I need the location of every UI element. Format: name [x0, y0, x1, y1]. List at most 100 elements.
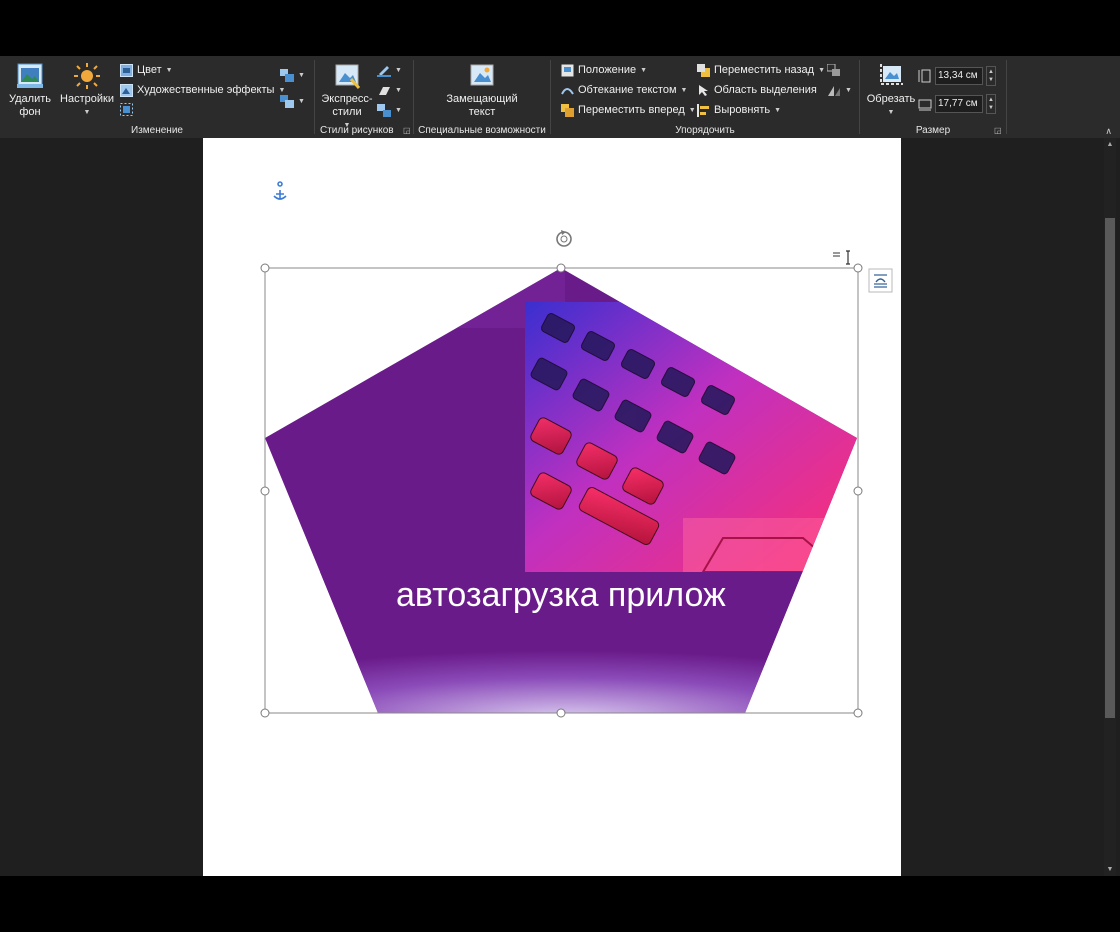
layout-icon: [377, 103, 391, 117]
color-button[interactable]: Цвет ▼: [120, 61, 173, 79]
position-label: Положение: [578, 64, 637, 76]
document-workspace: автозагрузка прилож ▲ ▼: [0, 138, 1120, 876]
chevron-down-icon: ▼: [680, 86, 688, 94]
picture-image[interactable]: автозагрузка прилож: [265, 268, 865, 718]
corrections-button[interactable]: Настройки ▼: [58, 62, 116, 119]
corrections-label: Настройки: [60, 93, 114, 105]
resize-handle-bottom-right[interactable]: [853, 708, 863, 718]
effects-icon: [379, 86, 390, 95]
text-cursor-icon: [846, 250, 850, 265]
compress-icon: [280, 68, 294, 82]
group-size-title: Размер: [915, 125, 951, 136]
alt-text-label: Замещающий текст: [446, 93, 518, 118]
chevron-down-icon: ▼: [395, 66, 402, 74]
align-button[interactable]: Выровнять ▼: [697, 101, 781, 119]
vertical-scrollbar[interactable]: ▲ ▼: [1104, 138, 1116, 876]
scrollbar-thumb[interactable]: [1105, 218, 1115, 718]
chevron-down-icon: ▼: [298, 71, 305, 79]
collapse-ribbon-icon[interactable]: ∧: [1105, 126, 1112, 137]
remove-background-button[interactable]: Удалить фон: [8, 62, 52, 119]
align-icon: [697, 103, 709, 117]
crop-button[interactable]: Обрезать ▼: [866, 62, 916, 119]
selection-pane-button[interactable]: Область выделения: [697, 81, 817, 99]
top-bar: [0, 0, 1120, 56]
dialog-launcher-icon[interactable]: ◲: [994, 126, 1002, 135]
layout-options-button[interactable]: [868, 268, 893, 293]
resize-handle-top-left[interactable]: [260, 263, 270, 273]
document-page[interactable]: автозагрузка прилож: [203, 138, 901, 876]
rotate-icon: [828, 85, 840, 96]
sun-icon: [74, 63, 100, 89]
width-spin-arrows[interactable]: ▲ ▼: [986, 94, 996, 114]
artistic-effects-button[interactable]: Художественные эффекты ▼: [120, 81, 285, 99]
group-adjust: Удалить фон Настройки ▼ Цвет ▼ Художеств…: [0, 56, 314, 138]
send-backward-button[interactable]: Переместить назад ▼: [697, 61, 825, 79]
remove-background-label: Удалить фон: [9, 93, 51, 118]
color-label: Цвет: [137, 64, 162, 76]
group-size: Обрезать ▼ 13,34 см ▲ ▼ 17,77 см ▲ ▼ Разме…: [860, 56, 1006, 138]
height-icon: [918, 69, 931, 83]
remove-background-icon: [17, 63, 43, 88]
resize-handle-left[interactable]: [260, 486, 270, 496]
rotate-handle-icon[interactable]: [556, 230, 572, 247]
quick-styles-label: Экспресс-стили: [321, 93, 373, 118]
page-canvas: автозагрузка прилож: [260, 181, 893, 718]
picture-layout-button[interactable]: ▼: [377, 101, 402, 119]
group-accessibility-title: Специальные возможности: [418, 125, 546, 136]
dialog-launcher-icon[interactable]: ◲: [403, 126, 411, 135]
alt-text-button[interactable]: Замещающий текст: [442, 62, 522, 119]
bring-forward-icon: [561, 103, 574, 117]
chevron-down-icon: ▼: [845, 86, 852, 94]
rotate-button[interactable]: ▼: [827, 81, 852, 99]
width-spinner: 17,77 см ▲ ▼: [918, 94, 996, 114]
position-button[interactable]: Положение ▼: [561, 61, 647, 79]
resize-handle-bottom[interactable]: [556, 708, 566, 718]
alt-text-icon: [470, 64, 494, 86]
picture-border-button[interactable]: ▼: [377, 61, 402, 79]
resize-handle-top[interactable]: [556, 263, 566, 273]
picture-effects-button[interactable]: ▼: [377, 81, 402, 99]
color-icon: [120, 63, 133, 77]
group-objects-icon: [827, 63, 840, 76]
group-picture-styles: Экспресс-стили ▼ ▼ ▼ ▼ Стили рисунков ◲: [315, 56, 413, 138]
group-adjust-title: Изменение: [131, 125, 183, 136]
bring-forward-label: Переместить вперед: [578, 104, 685, 116]
send-backward-icon: [697, 63, 710, 77]
scroll-down-icon[interactable]: ▼: [1104, 866, 1116, 873]
group-separator: [1006, 60, 1007, 134]
group-arrange: Положение ▼ Обтекание текстом ▼ Перемест…: [551, 56, 859, 138]
width-icon: [918, 99, 932, 111]
resize-handle-bottom-left[interactable]: [260, 708, 270, 718]
compress-pictures-button[interactable]: ▼: [280, 66, 305, 84]
height-spin-arrows[interactable]: ▲ ▼: [986, 66, 996, 86]
resize-handle-right[interactable]: [853, 486, 863, 496]
quick-styles-button[interactable]: Экспресс-стили ▼: [319, 62, 375, 132]
change-picture-button[interactable]: ▼: [280, 92, 305, 110]
group-accessibility: Замещающий текст Специальные возможности: [414, 56, 550, 138]
quick-styles-icon: [335, 64, 361, 89]
width-input[interactable]: 17,77 см: [935, 95, 983, 113]
transparency-button[interactable]: [120, 100, 133, 118]
picture-overlay-text: автозагрузка прилож: [396, 576, 726, 614]
chevron-down-icon: ▼: [640, 66, 648, 74]
chevron-down-icon: ▼: [395, 106, 402, 114]
wrap-text-icon: [561, 87, 574, 95]
height-input[interactable]: 13,34 см: [935, 67, 983, 85]
artistic-effects-icon: [120, 83, 133, 97]
resize-handle-top-right[interactable]: [853, 263, 863, 273]
group-objects-button[interactable]: [827, 61, 841, 79]
artistic-effects-label: Художественные эффекты: [137, 84, 275, 96]
group-picture-styles-title: Стили рисунков: [320, 125, 394, 136]
change-picture-icon: [280, 94, 294, 108]
crop-label: Обрезать: [866, 93, 916, 105]
anchor-icon: [273, 181, 287, 200]
send-backward-label: Переместить назад: [714, 64, 815, 76]
chevron-down-icon: ▼: [688, 106, 696, 114]
chevron-down-icon: ▼: [774, 106, 782, 114]
chevron-down-icon: ▼: [395, 86, 402, 94]
bring-forward-button[interactable]: Переместить вперед ▼: [561, 101, 696, 119]
position-icon: [561, 64, 574, 76]
scroll-up-icon[interactable]: ▲: [1104, 141, 1116, 148]
pen-icon: [377, 65, 391, 77]
wrap-text-button[interactable]: Обтекание текстом ▼: [561, 81, 687, 99]
